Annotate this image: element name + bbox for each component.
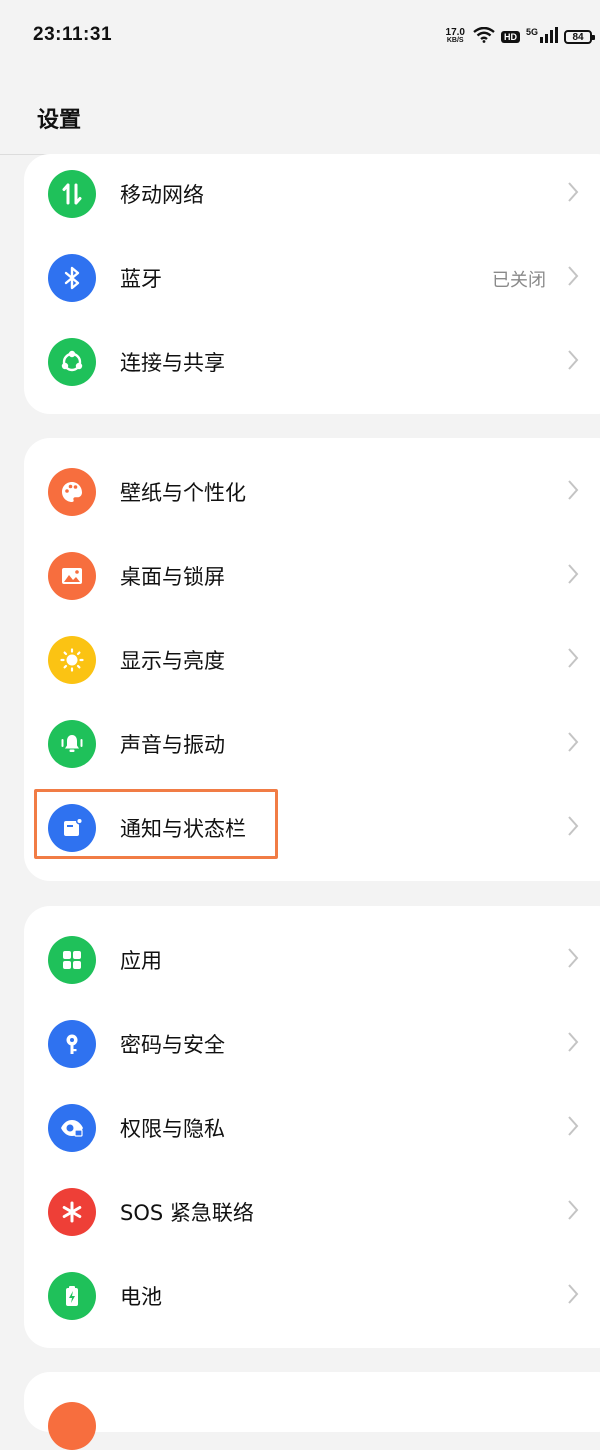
bluetooth-status-value: 已关闭 [492,270,546,291]
settings-item-permissions-privacy[interactable]: 权限与隐私 [24,1086,600,1170]
apps-grid-icon [48,936,96,984]
settings-item-label: 蓝牙 [120,267,162,291]
settings-item-battery[interactable]: 电池 [24,1254,600,1338]
bell-icon [48,720,96,768]
sos-asterisk-icon [48,1188,96,1236]
settings-item-connection-sharing[interactable]: 连接与共享 [24,320,600,404]
sun-icon [48,636,96,684]
partial-item-icon [48,1402,96,1450]
chevron-right-icon [568,732,579,752]
chevron-right-icon [568,1284,579,1304]
share-icon [48,338,96,386]
settings-item-label: 声音与振动 [120,733,225,757]
status-indicators: 17.0 KB/S HD 5G 84 [445,26,595,48]
settings-item-label: 壁纸与个性化 [120,481,246,505]
settings-item-desktop-lockscreen[interactable]: 桌面与锁屏 [24,534,600,618]
settings-item-label: 电池 [120,1285,162,1309]
network-type: 5G [525,27,538,37]
chevron-right-icon [568,350,579,370]
chevron-right-icon [568,480,579,500]
settings-item-sound-vibration[interactable]: 声音与振动 [24,702,600,786]
wifi-icon [473,26,495,47]
status-time: 23:11:31 [33,24,113,45]
signal-icon [540,27,558,47]
settings-group-partial [24,1372,600,1450]
network-speed-unit: KB/S [446,37,464,44]
palette-icon [48,468,96,516]
settings-item-apps[interactable]: 应用 [24,918,600,1002]
page-title: 设置 [37,108,82,133]
chevron-right-icon [568,1200,579,1220]
settings-item-label: SOS 紧急联络 [120,1201,254,1225]
hd-badge: HD [500,31,520,43]
settings-item-display-brightness[interactable]: 显示与亮度 [24,618,600,702]
chevron-right-icon [568,564,579,584]
settings-item-label: 显示与亮度 [120,649,225,673]
settings-item-label: 移动网络 [120,183,204,207]
settings-item-sos[interactable]: SOS 紧急联络 [24,1170,600,1254]
settings-group-connectivity: 移动网络 蓝牙 已关闭 连接与共享 [24,154,600,414]
network-speed-value: 17.0 [445,27,465,38]
key-icon [48,1020,96,1068]
chevron-right-icon [568,948,579,968]
privacy-eye-icon [48,1104,96,1152]
chevron-right-icon [568,1116,579,1136]
settings-group-apps-security: 应用 密码与安全 权限与隐私 SOS 紧急联络 电池 [24,906,600,1348]
settings-item-label: 权限与隐私 [120,1117,225,1141]
network-speed: 17.0 KB/S [445,27,465,45]
image-icon [48,552,96,600]
battery-icon [48,1272,96,1320]
settings-item-label: 应用 [120,949,162,973]
settings-item-password-security[interactable]: 密码与安全 [24,1002,600,1086]
settings-item-wallpaper[interactable]: 壁纸与个性化 [24,450,600,534]
settings-item-label: 密码与安全 [120,1033,225,1057]
settings-item-mobile-network[interactable]: 移动网络 [24,152,600,236]
settings-item-bluetooth[interactable]: 蓝牙 已关闭 [24,236,600,320]
chevron-right-icon [568,182,579,202]
chevron-right-icon [568,266,579,286]
status-bar: 23:11:31 17.0 KB/S HD 5G 84 [0,0,600,70]
chevron-right-icon [568,816,579,836]
mobile-data-icon [48,170,96,218]
chevron-right-icon [568,648,579,668]
settings-item-label: 连接与共享 [120,351,225,375]
chevron-right-icon [568,1032,579,1052]
highlight-box [34,789,278,859]
settings-item-label: 桌面与锁屏 [120,565,225,589]
battery-indicator: 84 [564,30,595,44]
bluetooth-icon [48,254,96,302]
page-header: 设置 [0,70,600,155]
